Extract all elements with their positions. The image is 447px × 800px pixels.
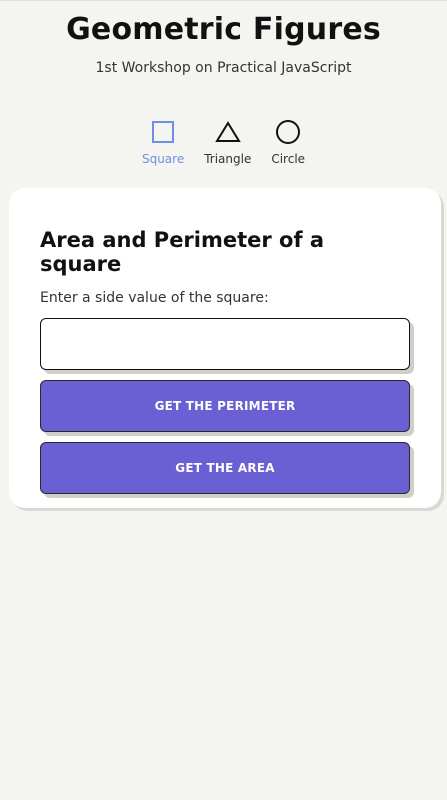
side-input[interactable] <box>40 318 410 370</box>
card-title: Area and Perimeter of a square <box>40 228 325 276</box>
square-calculator-card: Area and Perimeter of a square Enter a s… <box>9 188 441 508</box>
circle-icon <box>274 118 302 146</box>
side-input-label: Enter a side value of the square: <box>40 290 269 306</box>
page-subtitle: 1st Workshop on Practical JavaScript <box>95 60 352 76</box>
page-title: Geometric Figures <box>66 12 381 47</box>
get-area-button[interactable]: GET THE AREA <box>40 442 410 494</box>
nav-item-label: Triangle <box>204 152 252 166</box>
nav-item-square[interactable]: Square <box>142 118 184 166</box>
nav-item-circle[interactable]: Circle <box>271 118 305 166</box>
nav-item-label: Circle <box>271 152 306 166</box>
get-perimeter-button[interactable]: GET THE PERIMETER <box>40 380 410 432</box>
top-divider <box>0 0 447 1</box>
square-icon <box>149 118 177 146</box>
figure-nav: Square Triangle Circle <box>0 118 447 166</box>
page-header: Geometric Figures 1st Workshop on Practi… <box>0 12 447 76</box>
nav-item-label: Square <box>141 152 185 166</box>
triangle-icon <box>214 118 242 146</box>
side-input-wrapper <box>40 318 410 370</box>
nav-item-triangle[interactable]: Triangle <box>204 118 251 166</box>
